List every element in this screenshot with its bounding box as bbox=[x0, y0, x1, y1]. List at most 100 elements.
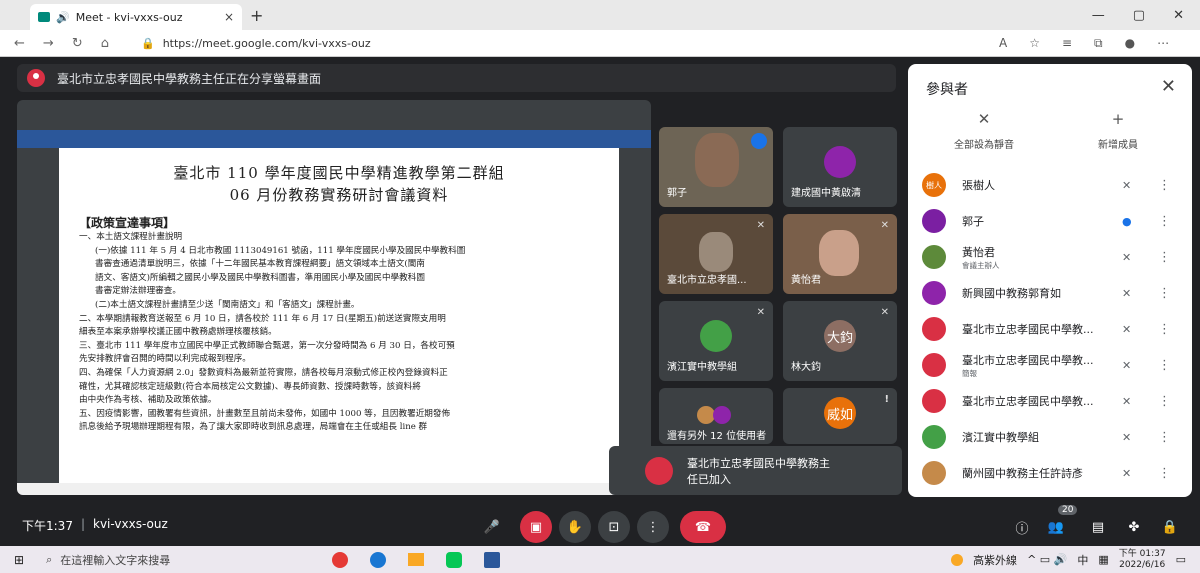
host-controls-icon[interactable]: 🔒 bbox=[1154, 511, 1186, 543]
line-icon[interactable] bbox=[446, 551, 463, 568]
forward-icon[interactable]: → bbox=[43, 36, 54, 51]
word-icon[interactable] bbox=[484, 551, 501, 568]
more-options-icon[interactable]: ⋮ bbox=[1158, 178, 1171, 193]
avatar bbox=[922, 245, 946, 269]
home-icon[interactable]: ⌂ bbox=[101, 36, 109, 51]
close-tab-icon[interactable]: × bbox=[224, 10, 234, 24]
clock[interactable]: 下午 01:37 2022/6/16 bbox=[1119, 549, 1166, 571]
new-tab-button[interactable]: + bbox=[250, 6, 263, 25]
participant-row[interactable]: 黃怡君 會議主辦人 ✕ ⋮ bbox=[922, 242, 1178, 272]
back-icon[interactable]: ← bbox=[14, 36, 25, 51]
restore-icon[interactable]: ▢ bbox=[1133, 8, 1145, 23]
close-panel-icon[interactable]: ✕ bbox=[1161, 76, 1176, 97]
mic-off-icon: ✕ bbox=[756, 220, 765, 231]
chat-icon[interactable]: ▤ bbox=[1082, 511, 1114, 543]
participant-row[interactable]: 臺北市立忠孝國民中學教... ✕ ⋮ bbox=[922, 386, 1178, 416]
participant-row[interactable]: 濱江實中教學組 ✕ ⋮ bbox=[922, 422, 1178, 452]
video-tile[interactable]: 威如 ! bbox=[783, 388, 897, 444]
more-options-icon[interactable]: ⋮ bbox=[1158, 430, 1171, 445]
video-tile[interactable]: 大鈞 ✕ 林大鈞 bbox=[783, 301, 897, 381]
more-options-icon[interactable]: ⋮ bbox=[1158, 250, 1171, 265]
minimize-icon[interactable]: — bbox=[1092, 8, 1105, 23]
people-icon[interactable]: 👥 bbox=[1040, 511, 1072, 543]
toast-text-line1: 臺北市立忠孝國民中學教務主 bbox=[687, 456, 830, 470]
mic-off-icon[interactable]: ✕ bbox=[1122, 359, 1131, 372]
favorite-icon[interactable]: ☆ bbox=[1029, 36, 1040, 51]
avatar bbox=[700, 320, 732, 353]
windows-start-icon[interactable]: ⊞ bbox=[14, 553, 24, 567]
chrome-icon[interactable] bbox=[332, 551, 349, 568]
video-tile[interactable]: 郭子 bbox=[659, 127, 773, 207]
mic-off-icon[interactable]: ✕ bbox=[1122, 431, 1131, 444]
meeting-info-icon[interactable]: ⓘ bbox=[1006, 511, 1038, 543]
url-field[interactable]: 🔒 https://meet.google.com/kvi-vxxs-ouz bbox=[129, 33, 999, 53]
more-options-button[interactable]: ⋮ bbox=[637, 511, 669, 543]
raise-hand-button[interactable]: ✋ bbox=[559, 511, 591, 543]
favorites-icon[interactable]: ≡ bbox=[1062, 36, 1072, 51]
document-line: 先安排教評會召開的時間以利完成報到程序。 bbox=[79, 354, 251, 365]
leave-call-button[interactable]: ☎ bbox=[680, 511, 726, 543]
mic-off-icon[interactable]: ✕ bbox=[1122, 395, 1131, 408]
profile-icon[interactable]: ● bbox=[1125, 36, 1135, 51]
video-tile[interactable]: ✕ 濱江實中教學組 bbox=[659, 301, 773, 381]
more-options-icon[interactable]: ⋮ bbox=[1158, 394, 1171, 409]
weather-text[interactable]: 高紫外線 bbox=[973, 552, 1017, 568]
close-window-icon[interactable]: ✕ bbox=[1173, 8, 1184, 23]
participant-row[interactable]: 臺北市立忠孝國民中學教... ✕ ⋮ bbox=[922, 314, 1178, 344]
mic-off-icon: ✕ bbox=[756, 307, 765, 318]
more-options-icon[interactable]: ⋮ bbox=[1158, 322, 1171, 337]
ime-indicator[interactable]: 中 bbox=[1077, 552, 1088, 568]
mic-off-icon: ✕ bbox=[977, 110, 991, 128]
add-member-button[interactable]: + 新增成員 bbox=[1058, 110, 1178, 151]
file-explorer-icon[interactable] bbox=[408, 553, 425, 566]
more-options-icon[interactable]: ⋮ bbox=[1158, 286, 1171, 301]
video-tile[interactable]: ✕ 臺北市立忠孝國... bbox=[659, 214, 773, 294]
more-options-icon[interactable]: ⋮ bbox=[1158, 466, 1171, 481]
video-tile[interactable]: ✕ 黃怡君 bbox=[783, 214, 897, 294]
camera-off-button[interactable]: ▣ bbox=[520, 511, 552, 543]
more-options-icon[interactable]: ⋮ bbox=[1158, 358, 1171, 373]
document-line: 細表至本案承辦學校議正國中教務處辦理核覆核銷。 bbox=[79, 327, 277, 338]
participant-row[interactable]: 蘭州國中教務主任許詩彥 ✕ ⋮ bbox=[922, 458, 1178, 488]
participant-info: 張樹人 bbox=[962, 177, 1110, 193]
video-tile-others[interactable]: 還有另外 12 位使用者 bbox=[659, 388, 773, 444]
notification-icon[interactable]: ▭ bbox=[1176, 553, 1186, 566]
document-page: 臺北市 110 學年度國民中學精進教學第二群組 06 月份教務實務研討會議資料 … bbox=[59, 148, 619, 483]
participant-row[interactable]: 新興國中教務郭育如 ✕ ⋮ bbox=[922, 278, 1178, 308]
document-line: (二)本土語文課程計畫請至少送「閩南語文」和「客語文」課程計畫。 bbox=[95, 299, 360, 310]
participant-row[interactable]: 郭子 ● ⋮ bbox=[922, 206, 1178, 236]
mic-off-icon: ✕ bbox=[880, 220, 889, 231]
mic-button[interactable]: 🎤 bbox=[478, 511, 506, 543]
audio-playing-icon[interactable]: 🔊 bbox=[56, 11, 70, 24]
mic-off-icon[interactable]: ✕ bbox=[1122, 287, 1131, 300]
reload-icon[interactable]: ↻ bbox=[72, 36, 83, 51]
avatar bbox=[922, 389, 946, 413]
participant-info: 郭子 bbox=[962, 213, 1110, 229]
more-options-icon[interactable]: ⋮ bbox=[1158, 214, 1171, 229]
activities-icon[interactable]: ✤ bbox=[1118, 511, 1150, 543]
speaking-icon[interactable]: ● bbox=[1122, 215, 1132, 228]
participant-row[interactable]: 臺北市立忠孝國民中學教... 簡報 ✕ ⋮ bbox=[922, 350, 1178, 380]
taskbar-search[interactable]: ⌕ 在這裡輸入文字來搜尋 bbox=[46, 552, 296, 568]
present-button[interactable]: ⊡ bbox=[598, 511, 630, 543]
participant-name: 臺北市立忠孝國民中學教... bbox=[962, 323, 1094, 336]
weather-icon[interactable] bbox=[951, 553, 964, 566]
browser-tab[interactable]: 🔊 Meet - kvi-vxxs-ouz × bbox=[30, 4, 242, 30]
more-icon[interactable]: ⋯ bbox=[1157, 36, 1169, 51]
edge-icon[interactable] bbox=[370, 551, 387, 568]
mic-off-icon[interactable]: ✕ bbox=[1122, 179, 1131, 192]
collections-icon[interactable]: ⧉ bbox=[1094, 36, 1103, 51]
tray-icons[interactable]: ^ ▭ 🔊 bbox=[1027, 553, 1067, 566]
add-person-icon: + bbox=[1111, 110, 1125, 128]
video-tile[interactable]: 建成國中黃啟清 bbox=[783, 127, 897, 207]
participant-row[interactable]: 樹人 張樹人 ✕ ⋮ bbox=[922, 170, 1178, 200]
mute-all-button[interactable]: ✕ 全部設為靜音 bbox=[924, 110, 1044, 151]
mic-off-icon[interactable]: ✕ bbox=[1122, 251, 1131, 264]
document-line: 二、本學期請報教育送報至 6 月 10 日，請各校於 111 年 6 月 17 … bbox=[79, 313, 446, 324]
word-status-bar bbox=[17, 483, 651, 495]
mic-off-icon[interactable]: ✕ bbox=[1122, 467, 1131, 480]
avatar bbox=[922, 353, 946, 377]
keyboard-icon[interactable]: ▦ bbox=[1098, 553, 1108, 566]
read-aloud-icon[interactable]: A bbox=[999, 36, 1007, 51]
mic-off-icon[interactable]: ✕ bbox=[1122, 323, 1131, 336]
